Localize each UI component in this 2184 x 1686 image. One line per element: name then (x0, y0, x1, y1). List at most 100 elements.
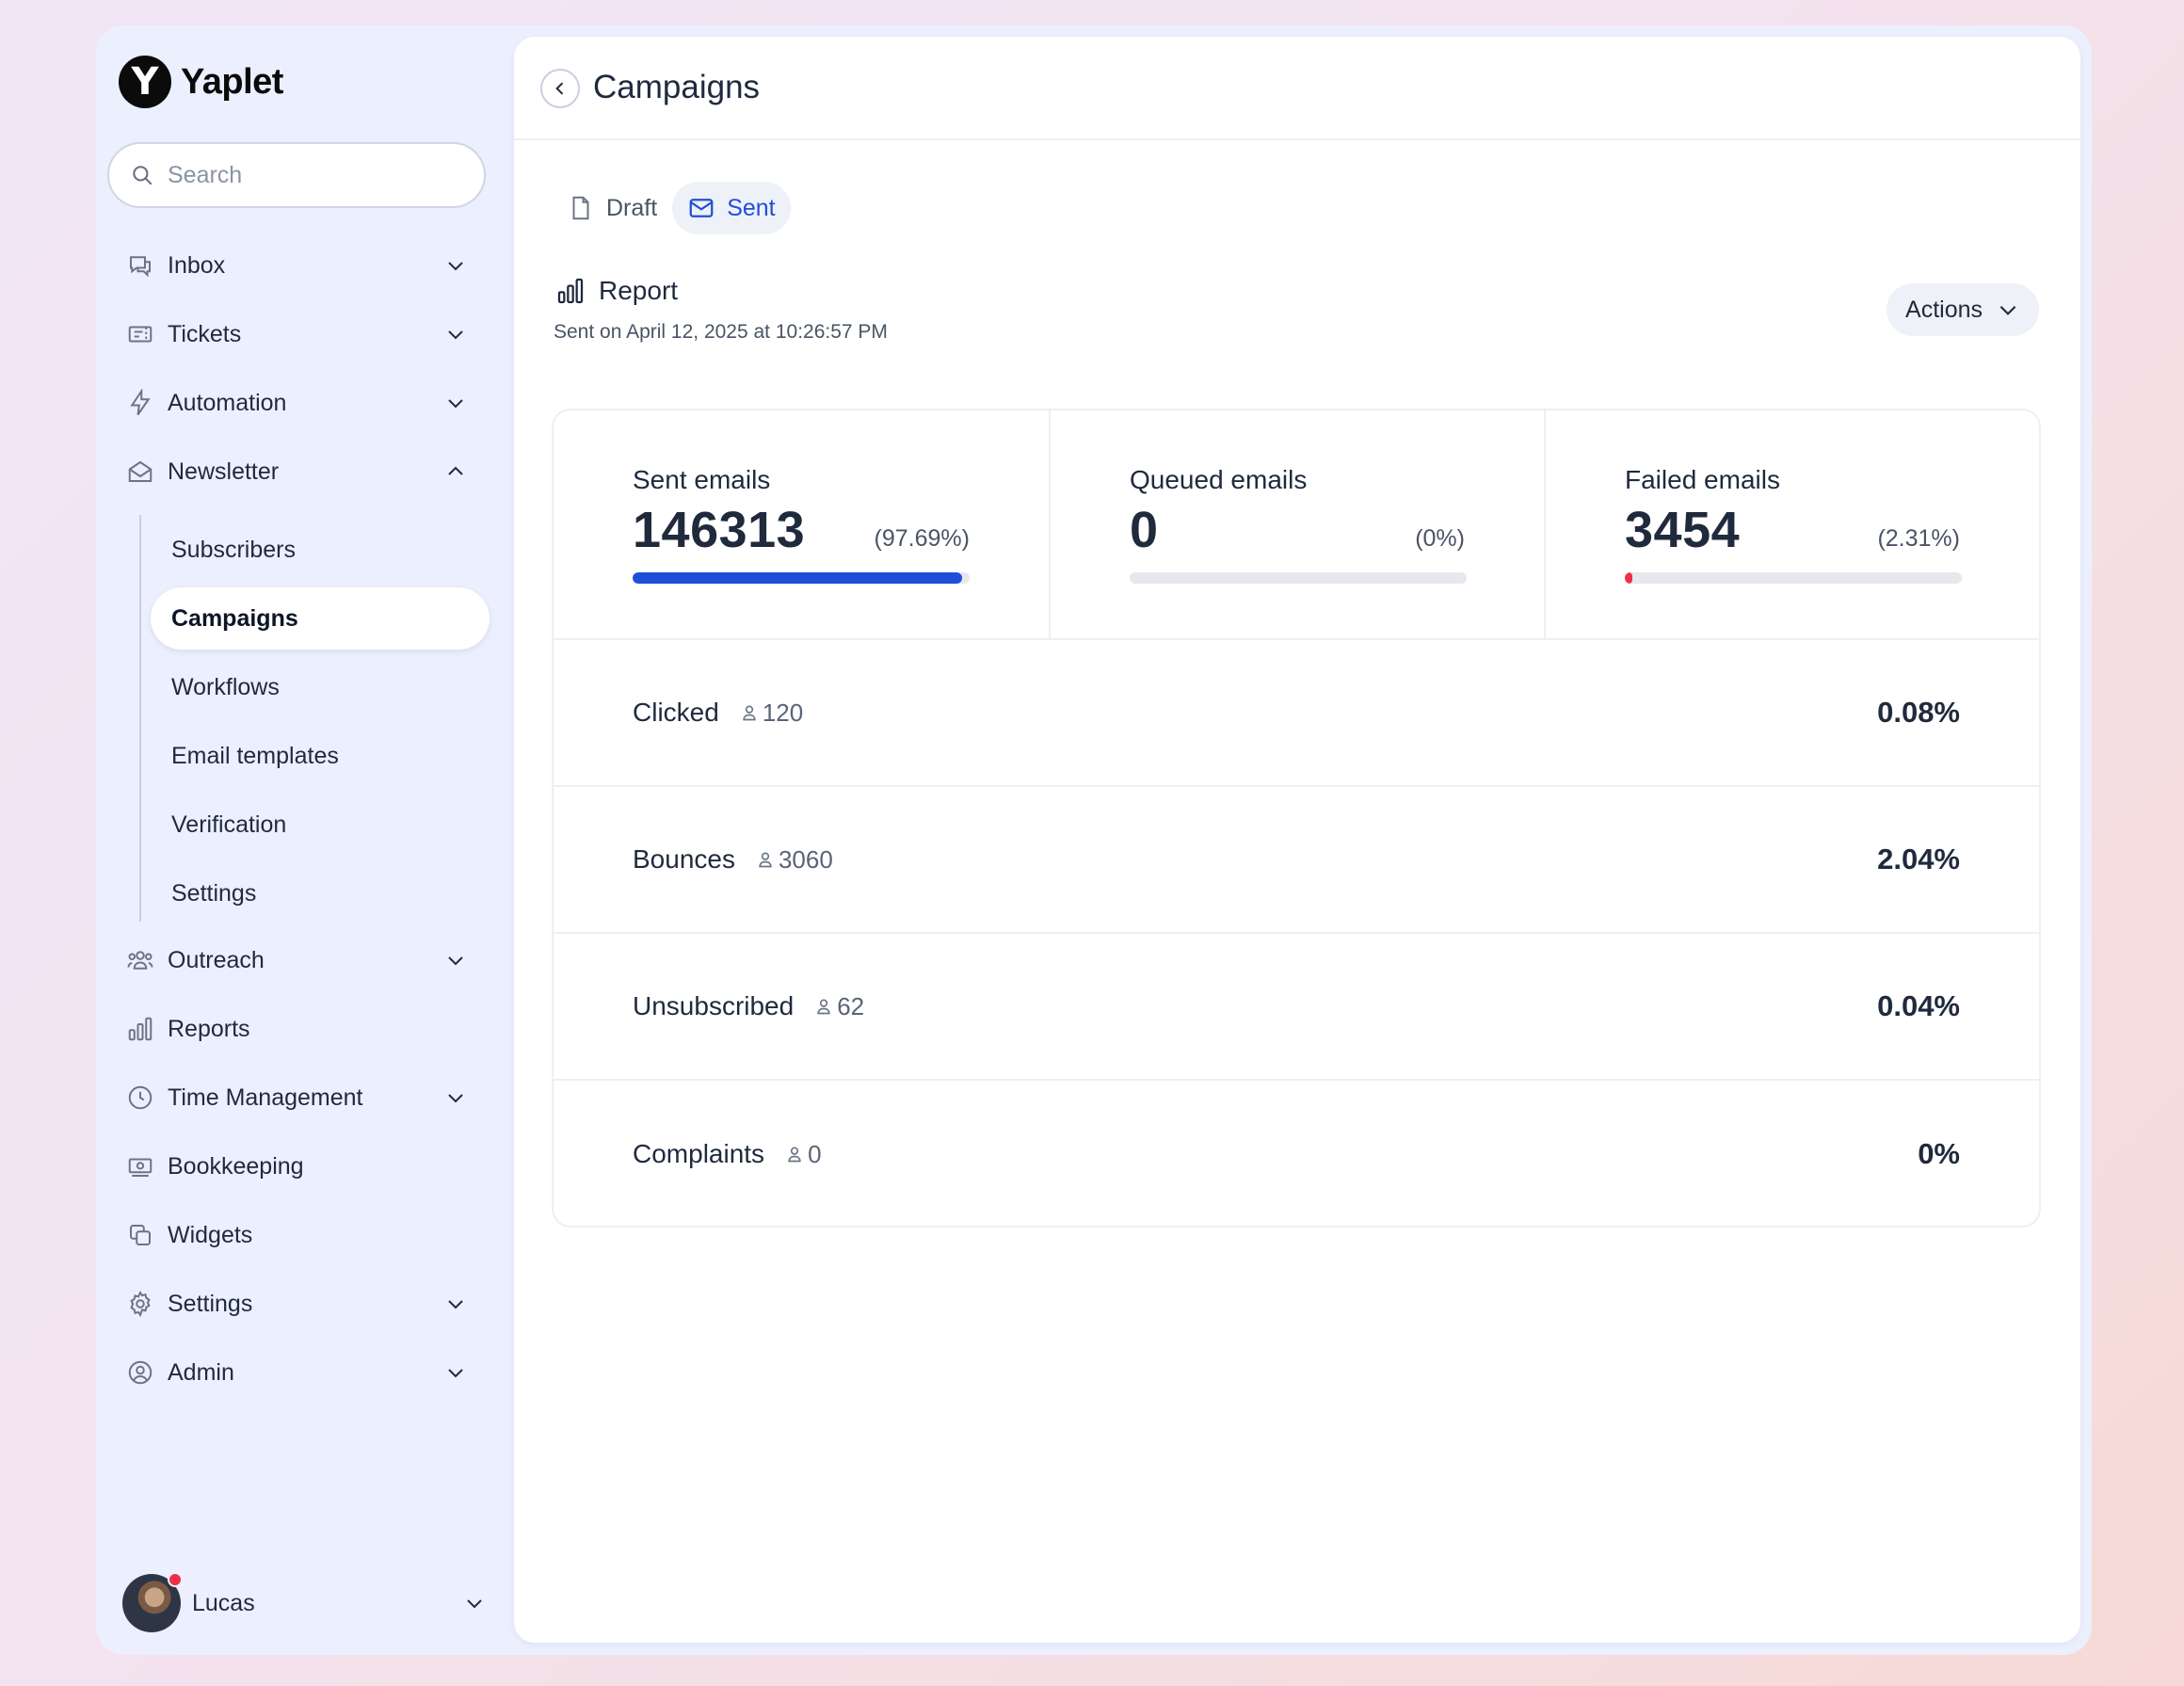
report-title: Report (599, 276, 679, 305)
sidebar-item-label: Automation (168, 389, 287, 416)
chevron-down-icon[interactable] (444, 323, 467, 345)
stat-label: Queued emails (1130, 465, 1308, 494)
sidebar-subitem-label: Subscribers (171, 536, 296, 563)
sidebar-subitem-workflows[interactable]: Workflows (151, 656, 490, 718)
users-icon (124, 944, 156, 976)
sidebar-subitem-label: Workflows (171, 673, 280, 700)
actions-dropdown-button[interactable]: Actions (1887, 283, 2039, 336)
person-icon (788, 1147, 801, 1163)
sidebar-item-label: Settings (168, 1290, 253, 1317)
stat-label: Sent emails (633, 465, 771, 494)
search-input[interactable] (168, 161, 469, 189)
sidebar-item-settings[interactable]: Settings (124, 1277, 474, 1330)
progress-bar (1625, 572, 1962, 584)
ticket-icon (124, 318, 156, 350)
sidebar-subitem-settings[interactable]: Settings (151, 862, 490, 924)
report-header: Report (555, 276, 678, 306)
sidebar-item-tickets[interactable]: Tickets (124, 308, 474, 361)
chat-icon (124, 249, 156, 281)
metric-count: 0 (785, 1139, 822, 1169)
search-box[interactable] (107, 142, 486, 208)
widgets-icon (124, 1219, 156, 1251)
clock-icon (124, 1082, 156, 1114)
envelope-icon (689, 199, 714, 217)
avatar (122, 1572, 183, 1632)
metric-percent: 0.04% (1877, 989, 1960, 1022)
chevron-down-icon[interactable] (444, 254, 467, 277)
metric-count: 3060 (756, 845, 833, 875)
chevron-down-icon[interactable] (444, 1086, 467, 1109)
sidebar-item-admin[interactable]: Admin (124, 1346, 474, 1399)
tab-sent[interactable]: Sent (672, 182, 791, 234)
person-icon (743, 705, 756, 721)
sidebar-item-time-management[interactable]: Time Management (124, 1071, 474, 1124)
chevron-down-icon[interactable] (444, 392, 467, 414)
money-icon (124, 1150, 156, 1182)
chevron-down-icon[interactable] (463, 1592, 486, 1614)
sidebar-subitem-subscribers[interactable]: Subscribers (151, 519, 490, 581)
chevron-down-icon[interactable] (444, 949, 467, 971)
metric-row-unsubscribed: Unsubscribed 62 0.04% (554, 934, 2039, 1081)
progress-fill (633, 572, 962, 584)
chevron-down-icon (1999, 305, 2016, 315)
bar-chart-icon (124, 1013, 156, 1045)
user-circle-icon (124, 1357, 156, 1389)
metric-row-complaints: Complaints 0 0% (554, 1081, 2039, 1226)
metric-count-value: 3060 (778, 844, 833, 874)
sidebar-item-reports[interactable]: Reports (124, 1003, 474, 1055)
submenu-guide-line (139, 515, 141, 922)
envelope-open-icon (124, 456, 156, 488)
metric-row-clicked: Clicked 120 0.08% (554, 640, 2039, 787)
sidebar-subitem-campaigns[interactable]: Campaigns (151, 587, 490, 650)
metric-row-bounces: Bounces 3060 2.04% (554, 787, 2039, 934)
brand-logo[interactable]: Y Yaplet (119, 56, 283, 108)
actions-label: Actions (1905, 296, 1983, 323)
brand-name: Yaplet (181, 61, 283, 102)
user-menu[interactable]: Lucas (122, 1572, 490, 1633)
chevron-left-icon (555, 82, 564, 95)
report-sent-date: Sent on April 12, 2025 at 10:26:57 PM (554, 321, 888, 343)
stat-percent: (0%) (1415, 525, 1465, 552)
logo-mark-icon: Y (119, 56, 171, 108)
progress-bar (1130, 572, 1467, 584)
document-icon (572, 196, 589, 220)
metric-label: Complaints (633, 1139, 765, 1168)
metric-count-value: 0 (808, 1139, 822, 1168)
tab-draft[interactable]: Draft (552, 182, 672, 234)
sidebar-item-label: Admin (168, 1358, 234, 1386)
sidebar-subitem-label: Campaigns (171, 604, 298, 632)
bar-chart-icon (557, 278, 584, 304)
chevron-down-icon[interactable] (444, 1361, 467, 1384)
sidebar-item-label: Newsletter (168, 458, 280, 485)
person-icon (817, 999, 830, 1015)
sidebar-item-outreach[interactable]: Outreach (124, 934, 474, 987)
sidebar-item-inbox[interactable]: Inbox (124, 239, 474, 292)
notification-dot (168, 1572, 183, 1587)
chevron-up-icon[interactable] (444, 460, 467, 483)
sidebar-item-bookkeeping[interactable]: Bookkeeping (124, 1140, 474, 1193)
tab-label: Draft (606, 194, 658, 221)
main-panel: Campaigns Draft Sent Report Sent on Apri… (514, 37, 2080, 1643)
sidebar-item-widgets[interactable]: Widgets (124, 1209, 474, 1261)
stat-percent: (2.31%) (1877, 525, 1960, 552)
person-icon (759, 852, 772, 868)
sidebar-subitem-label: Email templates (171, 742, 339, 769)
progress-fill (1625, 572, 1633, 584)
sidebar-item-automation[interactable]: Automation (124, 377, 474, 429)
stat-value: 0 (1130, 502, 1159, 558)
sidebar-item-newsletter[interactable]: Newsletter (124, 445, 474, 498)
sidebar-item-label: Widgets (168, 1221, 253, 1248)
metric-percent: 0% (1918, 1137, 1960, 1170)
metric-count-value: 62 (837, 991, 865, 1020)
sidebar-item-label: Reports (168, 1015, 250, 1042)
sidebar-subitem-email-templates[interactable]: Email templates (151, 725, 490, 787)
back-button[interactable] (540, 69, 580, 108)
sidebar-subitem-verification[interactable]: Verification (151, 794, 490, 856)
email-stats: Sent emails 146313 (97.69%) Queued email… (554, 410, 2039, 640)
stat-sent-emails: Sent emails 146313 (97.69%) (554, 410, 1049, 638)
stat-value: 3454 (1625, 502, 1741, 558)
chevron-down-icon[interactable] (444, 1293, 467, 1315)
metric-count: 120 (740, 698, 803, 728)
metric-label: Clicked (633, 698, 719, 727)
sidebar-subitem-label: Verification (171, 811, 287, 838)
